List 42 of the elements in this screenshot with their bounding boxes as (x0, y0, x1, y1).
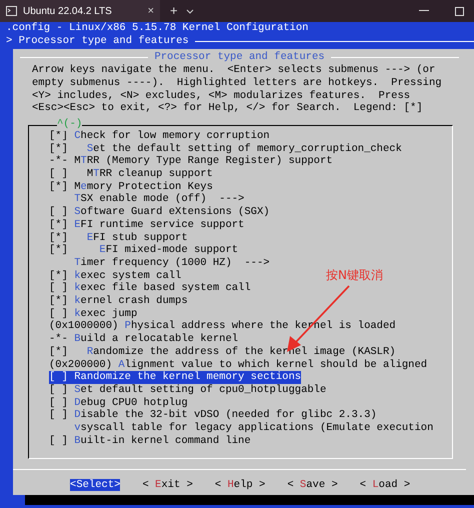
menu-item[interactable]: TSX enable mode (off) ---> (49, 193, 244, 206)
dialog-button[interactable]: <Select> (70, 478, 120, 492)
menu-item[interactable]: (0x200000) Alignment value to which kernel should be aligned (49, 358, 428, 372)
menu-item[interactable]: [ ] Debug CPU0 hotplug (49, 396, 188, 410)
dialog-button[interactable]: < Help > (214, 478, 266, 492)
dialog-button[interactable]: < Load > (360, 478, 410, 492)
menu-item[interactable]: [*] Set the default setting of memory_corruption_check (49, 142, 402, 156)
menu-item[interactable]: [*] Randomize the address of the kernel image (KASLR) (49, 346, 396, 359)
menu-item[interactable]: [*] EFI mixed-mode support (49, 244, 238, 257)
annotation-text: 按N键取消 (326, 267, 383, 284)
menu-item[interactable]: [*] Memory Protection Keys (49, 180, 213, 194)
menu-item[interactable]: [ ] Randomize the kernel memory sections (49, 371, 302, 384)
terminal-icon (6, 6, 17, 16)
menu-item[interactable]: [*] kernel crash dumps (49, 295, 188, 308)
menu-item[interactable]: [ ] Set default setting of cpu0_hotpluggable (49, 384, 326, 397)
menu-item[interactable]: [ ] MTRR cleanup support (49, 168, 213, 181)
breadcrumb: > Processor type and features (6, 34, 189, 48)
minimize-icon[interactable] (419, 10, 429, 12)
tab-title: Ubuntu 22.04.2 LTS (23, 4, 113, 18)
menu-item[interactable]: [ ] Software Guard eXtensions (SGX) (49, 206, 270, 219)
dialog-button[interactable]: < Exit > (142, 478, 193, 492)
new-tab-button[interactable]: + (170, 1, 178, 21)
menu-item[interactable]: vsyscall table for legacy applications (Emulate execution (49, 422, 434, 435)
menu-item[interactable]: [*] EFI runtime service support (49, 218, 244, 232)
scroll-indicator: ^(-) (57, 118, 82, 131)
help-text: Arrow keys navigate the menu. <Enter> selects submenus ---> (or empty submenus ----). Highlighted letters are hotkeys. Pressing <Y> includes, <N> excludes, <M> modularizes features. Press <Esc><Esc> to exit, <?> for Help, </> for Search. Legend: [*] (31, 64, 443, 115)
maximize-icon[interactable] (455, 6, 464, 16)
menu-item[interactable]: [ ] Built-in kernel command line (49, 434, 251, 448)
menu-item[interactable]: [ ] kexec jump (49, 308, 138, 320)
dropdown-icon[interactable] (186, 8, 194, 14)
menu-item[interactable]: -*- MTRR (Memory Type Range Register) support (49, 155, 333, 168)
dialog-title: Processor type and features (153, 51, 326, 64)
menu-item[interactable]: [*] kexec system call (49, 270, 182, 282)
menu-item[interactable]: [ ] Disable the 32-bit vDSO (needed for glibc 2.3.3) (49, 409, 377, 422)
menu-item[interactable]: -*- Build a relocatable kernel (49, 333, 238, 346)
menu-item[interactable]: Timer frequency (1000 HZ) ---> (49, 256, 270, 270)
menu-item[interactable]: [*] EFI stub support (49, 232, 188, 244)
terminal-tab[interactable]: Ubuntu 22.04.2 LTS × (0, 0, 160, 22)
dialog-button[interactable]: < Save > (287, 478, 338, 492)
menu-item[interactable]: [ ] kexec file based system call (49, 282, 251, 296)
config-header: .config - Linux/x86 5.15.78 Kernel Configuration (6, 22, 310, 35)
close-tab-button[interactable]: × (148, 2, 154, 20)
